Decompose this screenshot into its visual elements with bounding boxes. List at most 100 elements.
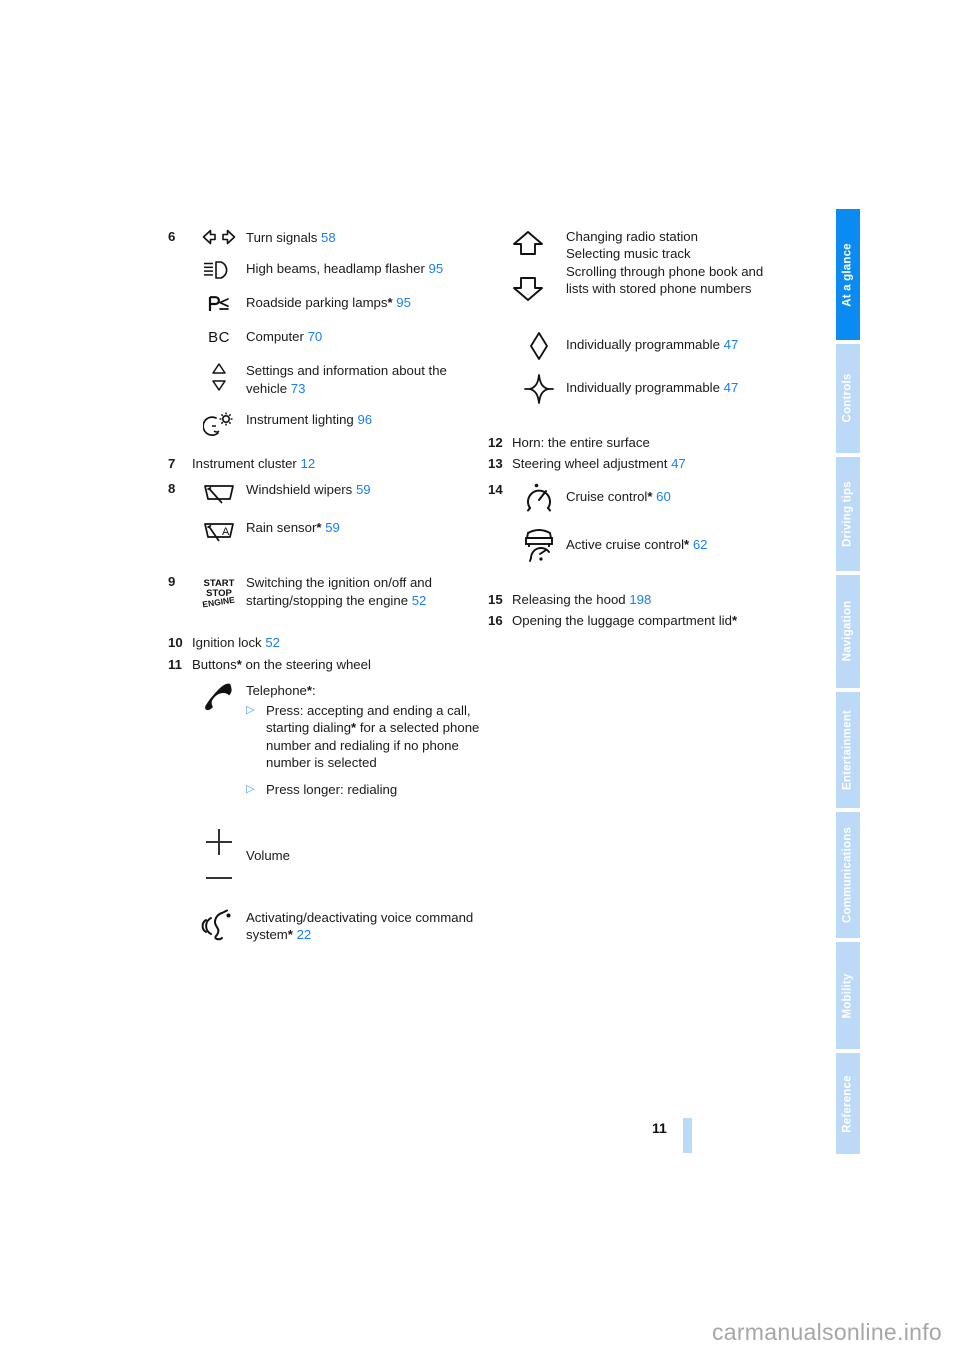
- turn-signals-page[interactable]: 58: [321, 230, 336, 245]
- right-content-column: Changing radio station Selecting music t…: [488, 228, 818, 636]
- diamond-icon: [512, 330, 566, 361]
- windshield-wiper-icon: [192, 480, 246, 505]
- row-high-beams-text: High beams, headlamp flasher 95: [246, 259, 488, 277]
- row-computer: BC Computer 70: [168, 327, 488, 348]
- entry-16-number: 16: [488, 613, 503, 629]
- computer-label: Computer: [246, 329, 304, 345]
- row-cruise-control-text: Cruise control* 60: [566, 481, 818, 505]
- tab-reference[interactable]: Reference: [836, 1053, 860, 1154]
- turn-signals-label: Turn signals: [246, 230, 318, 245]
- tab-mobility[interactable]: Mobility: [836, 942, 860, 1050]
- start-stop-engine-page[interactable]: 52: [412, 593, 427, 608]
- rain-sensor-icon: A: [192, 518, 246, 543]
- telephone-colon: :: [312, 683, 316, 699]
- entry-15-number: 15: [488, 591, 503, 607]
- entry-16-luggage-compartment-lid: 16 Opening the luggage compartment lid*: [488, 612, 818, 629]
- section-tab-rail: At a glance Controls Driving tips Naviga…: [836, 209, 860, 1158]
- entry-8-number: 8: [168, 481, 176, 497]
- releasing-hood-page[interactable]: 198: [629, 592, 651, 607]
- entry-9-number: 9: [168, 574, 176, 590]
- instrument-cluster-page[interactable]: 12: [300, 456, 315, 471]
- releasing-hood-label: Releasing the hood: [512, 591, 626, 607]
- active-cruise-control-star: *: [684, 536, 690, 552]
- start-stop-engine-icon: START STOP ENGINE: [192, 573, 246, 612]
- row-programmable-star: Individually programmable 47: [488, 373, 818, 404]
- entry-8: 8 Windshield wipers 59 A Rain sensor* 59: [168, 480, 488, 543]
- arrow-up-icon: [512, 230, 544, 256]
- telephone-bullet-list: ▷ Press: accepting and ending a call, st…: [246, 702, 488, 799]
- tab-reference-label: Reference: [841, 1074, 854, 1133]
- voice-command-icon: [192, 908, 246, 943]
- tab-at-a-glance[interactable]: At a glance: [836, 209, 860, 340]
- entry-6-number: 6: [168, 229, 176, 244]
- row-instrument-lighting: Instrument lighting 96: [168, 410, 488, 437]
- programmable-diamond-label: Individually programmable: [566, 337, 720, 352]
- telephone-bullet-press: ▷ Press: accepting and ending a call, st…: [246, 702, 488, 772]
- arrow-down-icon: [512, 276, 544, 302]
- row-windshield-wipers: 8 Windshield wipers 59: [168, 480, 488, 505]
- row-high-beams: High beams, headlamp flasher 95: [168, 259, 488, 280]
- computer-page[interactable]: 70: [308, 329, 323, 344]
- tab-navigation[interactable]: Navigation: [836, 575, 860, 688]
- cruise-control-icon: [512, 481, 566, 514]
- high-beams-label: High beams, headlamp flasher: [246, 261, 425, 277]
- telephone-bullet-press-text: Press: accepting and ending a call, star…: [266, 702, 488, 772]
- entry-11-number: 11: [168, 656, 182, 672]
- row-computer-text: Computer 70: [246, 327, 488, 345]
- high-beams-page[interactable]: 95: [429, 261, 444, 276]
- row-cruise-control: 14 Cruise control* 60: [488, 481, 818, 514]
- active-cruise-control-label: Active cruise control: [566, 536, 684, 552]
- windshield-wipers-page[interactable]: 59: [356, 482, 371, 497]
- tab-communications[interactable]: Communications: [836, 812, 860, 939]
- row-instrument-lighting-text: Instrument lighting 96: [246, 410, 488, 428]
- row-active-cruise-control-text: Active cruise control* 62: [566, 524, 818, 553]
- row-programmable-diamond: Individually programmable 47: [488, 330, 818, 361]
- programmable-star-label: Individually programmable: [566, 380, 720, 395]
- tab-controls[interactable]: Controls: [836, 344, 860, 453]
- rain-sensor-page[interactable]: 59: [325, 520, 340, 535]
- telephone-bullet-press-longer-text: Press longer: redialing: [266, 782, 398, 798]
- instrument-lighting-page[interactable]: 96: [357, 412, 372, 427]
- ignition-lock-label: Ignition lock: [192, 635, 262, 651]
- programmable-star-page[interactable]: 47: [724, 380, 739, 395]
- steering-wheel-adjustment-page[interactable]: 47: [671, 456, 686, 471]
- row-roadside-parking-lamps-text: Roadside parking lamps* 95: [246, 293, 488, 311]
- roadside-parking-lamps-star: *: [387, 295, 393, 311]
- entry-9: 9 START STOP ENGINE Switching the igniti…: [168, 573, 488, 612]
- programmable-diamond-page[interactable]: 47: [724, 337, 739, 352]
- voice-command-label: Activating/deactivating voice command sy…: [246, 909, 474, 943]
- cruise-control-page[interactable]: 60: [656, 489, 671, 504]
- buttons-label-pre: Buttons: [192, 656, 237, 672]
- roadside-parking-lamps-page[interactable]: 95: [396, 295, 411, 310]
- settings-information-label: Settings and information about the vehic…: [246, 363, 447, 396]
- volume-plus-minus-icon: [192, 825, 246, 886]
- row-programmable-diamond-text: Individually programmable 47: [566, 330, 818, 353]
- row-active-cruise-control: Active cruise control* 62: [488, 524, 818, 563]
- entry-12-horn: 12 Horn: the entire surface: [488, 434, 818, 451]
- entry-15-releasing-hood: 15 Releasing the hood 198: [488, 591, 818, 608]
- bullet-triangle-icon: ▷: [246, 783, 255, 796]
- horn-label: Horn: the entire surface: [512, 435, 650, 450]
- entry-10-number: 10: [168, 635, 183, 651]
- entry-7-number: 7: [168, 456, 176, 472]
- tab-navigation-label: Navigation: [841, 601, 854, 662]
- entry-6: 6 Turn signals 58 High beams, headlamp f…: [168, 228, 488, 437]
- tab-entertainment[interactable]: Entertainment: [836, 691, 860, 809]
- volume-label: Volume: [246, 847, 290, 863]
- block-radio-scroll: Changing radio station Selecting music t…: [488, 228, 818, 316]
- turn-signals-icon: [192, 228, 246, 245]
- active-cruise-control-icon: [512, 524, 566, 563]
- svg-text:A: A: [222, 526, 230, 538]
- active-cruise-control-page[interactable]: 62: [693, 537, 708, 552]
- up-down-triangles-icon: [192, 361, 246, 392]
- row-telephone: Telephone*: ▷ Press: accepting and endin…: [168, 681, 488, 803]
- telephone-label: Telephone: [246, 683, 307, 699]
- page-number: 11: [652, 1120, 667, 1136]
- voice-command-page[interactable]: 22: [297, 927, 312, 942]
- windshield-wipers-label: Windshield wipers: [246, 482, 353, 498]
- ignition-lock-page[interactable]: 52: [265, 635, 280, 650]
- settings-information-page[interactable]: 73: [291, 381, 306, 396]
- row-volume-text: Volume: [246, 825, 488, 864]
- radio-scroll-line-2: Selecting music track: [566, 246, 691, 262]
- tab-driving-tips[interactable]: Driving tips: [836, 456, 860, 572]
